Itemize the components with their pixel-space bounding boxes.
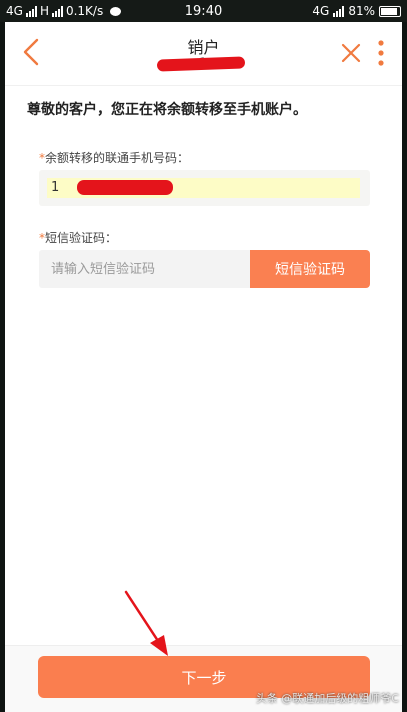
notice-text: 尊敬的客户，您正在将余额转移至手机账户。 — [27, 102, 307, 118]
sms-code-input[interactable] — [39, 250, 250, 288]
redaction-mark — [77, 180, 173, 195]
form-content: 尊敬的客户，您正在将余额转移至手机账户。 *余额转移的联通手机号码： 1 *短信… — [5, 85, 402, 646]
sms-field-label: *短信验证码： — [39, 229, 117, 246]
status-bar: 4G H 0.1K/s 19:40 4G 81% — [0, 0, 407, 22]
annotation-arrow-icon — [124, 590, 168, 656]
app-panel: 销户 1 尊敬的客户，您正在将余额转移至手机账户。 *余额转移的联通手机号码： … — [5, 22, 402, 712]
phone-field[interactable]: 1 — [39, 170, 370, 206]
watermark: 头条 @联通加后级的粗师爷C — [255, 692, 399, 705]
close-button[interactable] — [339, 41, 363, 65]
battery-icon — [379, 5, 401, 17]
phone-label-text: 余额转移的联通手机号码： — [45, 151, 190, 165]
phone-field-label: *余额转移的联通手机号码： — [39, 149, 189, 166]
more-options-button[interactable] — [373, 38, 389, 68]
status-time: 19:40 — [184, 3, 223, 19]
page-header: 销户 1 — [5, 22, 402, 85]
phone-value: 1 — [51, 180, 60, 195]
get-sms-code-button[interactable]: 短信验证码 — [250, 250, 370, 288]
more-vertical-icon — [378, 40, 384, 66]
close-icon — [341, 43, 361, 63]
sms-label-text: 短信验证码： — [45, 231, 118, 245]
